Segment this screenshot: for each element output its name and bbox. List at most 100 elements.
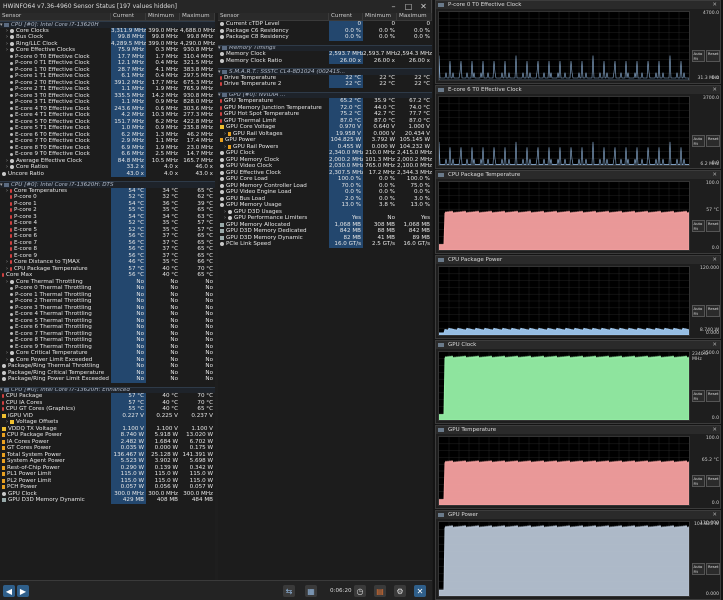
- close-graph-icon[interactable]: ✕: [712, 171, 717, 179]
- auto-fit-button[interactable]: Auto Fit: [692, 220, 706, 232]
- thermometer-icon: [10, 240, 12, 245]
- close-graph-icon[interactable]: ✕: [712, 256, 717, 264]
- clock-sensor-icon: [220, 177, 224, 182]
- close-graph-icon[interactable]: ✕: [712, 426, 717, 434]
- graph-title-bar[interactable]: GPU Temperature ✕: [436, 426, 720, 434]
- scale-min: 0.000: [705, 592, 719, 597]
- sensor-min-value: 0.0 %: [379, 34, 395, 40]
- graph-window[interactable]: E-core 6 T0 Effective Clock ✕ 3700.0 6.2 MH…: [435, 85, 721, 169]
- maximize-button[interactable]: □: [401, 0, 416, 13]
- power-icon: [2, 459, 5, 464]
- reset-button[interactable]: Reset: [706, 220, 720, 232]
- auto-fit-button[interactable]: Auto Fit: [692, 563, 706, 575]
- clock-icon[interactable]: ◷: [354, 585, 366, 597]
- graph-title-bar[interactable]: CPU Package Power ✕: [436, 256, 720, 264]
- report-icon[interactable]: ▤: [374, 585, 386, 597]
- clock-sensor-icon: [220, 157, 224, 162]
- sub-sensor-icon: [10, 61, 13, 65]
- col-sensor[interactable]: Sensor: [218, 13, 329, 20]
- auto-fit-button[interactable]: Auto Fit: [692, 305, 706, 317]
- reset-button[interactable]: Reset: [706, 135, 720, 147]
- sensor-panel-right[interactable]: Sensor Current Minimum Maximum Current c…: [218, 13, 432, 580]
- nav-right-icon[interactable]: ▶: [17, 585, 29, 597]
- thermometer-icon: [10, 188, 12, 193]
- graph-svg: [439, 522, 689, 596]
- graph-svg: [439, 352, 689, 420]
- graph-title-bar[interactable]: GPU Power ✕: [436, 511, 720, 519]
- sensor-max-value: 43.0 x: [195, 170, 213, 177]
- col-minimum[interactable]: Minimum: [146, 13, 180, 20]
- sensor-row[interactable]: Memory Clock Ratio 26.00 x 26.00 x 26.00 x: [218, 57, 432, 64]
- thermometer-icon: [2, 407, 4, 412]
- sensor-min-value: 408 MB: [156, 497, 178, 503]
- close-graph-icon[interactable]: ✕: [712, 341, 717, 349]
- thermometer-icon: [10, 260, 12, 265]
- close-graph-icon[interactable]: ✕: [712, 86, 717, 94]
- sensor-row[interactable]: GPU D3D Memory Dynamic 429 MB 408 MB 484 MB: [0, 497, 215, 504]
- nav-left-icon[interactable]: ◀: [3, 585, 15, 597]
- sensor-min-value: 26.00 x: [373, 57, 395, 64]
- graph-title-bar[interactable]: P-core 0 T0 Effective Clock ✕: [436, 1, 720, 9]
- thermometer-icon: [2, 400, 4, 405]
- graph-window[interactable]: GPU Temperature ✕ 100.0 65.2 °C Auto Fit Rese…: [435, 425, 721, 509]
- auto-fit-button[interactable]: Auto Fit: [692, 475, 706, 487]
- column-header[interactable]: Sensor Current Minimum Maximum: [218, 13, 432, 21]
- clock-sensor-icon: [220, 28, 224, 33]
- sub-sensor-icon: [10, 332, 13, 336]
- graph-series: [439, 524, 689, 596]
- settings-gear-icon[interactable]: ⚙: [394, 585, 406, 597]
- graph-svg: [439, 437, 689, 505]
- reset-button[interactable]: Reset: [706, 475, 720, 487]
- close-graph-icon[interactable]: ✕: [712, 511, 717, 519]
- graph-window[interactable]: GPU Clock ✕ 2500.0 2340.0 MHz Auto Fit Reset 0…: [435, 340, 721, 424]
- scale-current: 104.825 W: [694, 522, 719, 527]
- close-sensors-icon[interactable]: ✕: [414, 585, 426, 597]
- graph-svg: [439, 97, 689, 165]
- col-minimum[interactable]: Minimum: [363, 13, 397, 20]
- sensor-label: Drive Temperature 2: [224, 81, 282, 87]
- sensor-row[interactable]: Drive Temperature 2 22 °C 22 °C 22 °C: [218, 81, 432, 88]
- sub-sensor-icon: [10, 133, 13, 137]
- graph-title-bar[interactable]: CPU Package Temperature ✕: [436, 171, 720, 179]
- sensor-row[interactable]: Uncore Ratio 43.0 x 4.0 x 43.0 x: [0, 170, 215, 177]
- auto-fit-button[interactable]: Auto Fit: [692, 135, 706, 147]
- reset-button[interactable]: Reset: [706, 305, 720, 317]
- col-current[interactable]: Current: [111, 13, 146, 20]
- reset-button[interactable]: Reset: [706, 563, 720, 575]
- sensor-row[interactable]: PCIe Link Speed 16.0 GT/s 2.5 GT/s 16.0 GT/…: [218, 241, 432, 248]
- col-current[interactable]: Current: [329, 13, 363, 20]
- sensor-panel-left[interactable]: Sensor Current Minimum Maximum ▾ CPU [#0]…: [0, 13, 215, 580]
- graph-title-bar[interactable]: E-core 6 T0 Effective Clock ✕: [436, 86, 720, 94]
- reset-button[interactable]: Reset: [706, 50, 720, 62]
- sensor-current-value: 0.0 %: [329, 34, 363, 41]
- sensor-row[interactable]: Package/Ring Power Limit Exceeded No No No: [0, 376, 215, 383]
- auto-fit-button[interactable]: Auto Fit: [692, 50, 706, 62]
- scale-max: 3700.0: [702, 96, 719, 101]
- column-header[interactable]: Sensor Current Minimum Maximum: [0, 13, 215, 21]
- graph-window[interactable]: CPU Package Temperature ✕ 100.0 57 °C Auto F…: [435, 170, 721, 254]
- col-maximum[interactable]: Maximum: [397, 13, 432, 20]
- minimize-button[interactable]: –: [386, 0, 401, 13]
- auto-fit-button[interactable]: Auto Fit: [692, 390, 706, 402]
- reset-button[interactable]: Reset: [706, 390, 720, 402]
- graph-series: [439, 327, 689, 335]
- memory-icon: [220, 235, 224, 240]
- graph-scale: 120.000 8.740 W Auto Fit Reset 0.000: [692, 266, 720, 336]
- sub-sensor-icon: [10, 319, 13, 323]
- graph-window[interactable]: GPU Power ✕ 110.000 104.825 W Auto Fit Reset 0…: [435, 510, 721, 600]
- graph-window[interactable]: P-core 0 T0 Effective Clock ✕ 4700.0 31.3 M…: [435, 0, 721, 84]
- col-maximum[interactable]: Maximum: [180, 13, 215, 20]
- col-sensor[interactable]: Sensor: [0, 13, 111, 20]
- close-button[interactable]: ✕: [416, 0, 431, 13]
- layout-icon[interactable]: ▦: [305, 585, 317, 597]
- graph-series: [439, 459, 689, 505]
- graph-window[interactable]: CPU Package Power ✕ 120.000 8.740 W Auto Fit…: [435, 255, 721, 339]
- graph-title-bar[interactable]: GPU Clock ✕: [436, 341, 720, 349]
- sensor-row[interactable]: Package C8 Residency 0.0 % 0.0 % 0.0 %: [218, 34, 432, 41]
- sensor-min-value: 22 °C: [379, 81, 395, 87]
- sub-sensor-icon: [10, 286, 13, 290]
- graph-windows-area: P-core 0 T0 Effective Clock ✕ 4700.0 31.3 M…: [433, 0, 723, 600]
- clock-sensor-icon: [10, 165, 14, 170]
- network-icon[interactable]: ⇆: [283, 585, 295, 597]
- close-graph-icon[interactable]: ✕: [712, 1, 717, 9]
